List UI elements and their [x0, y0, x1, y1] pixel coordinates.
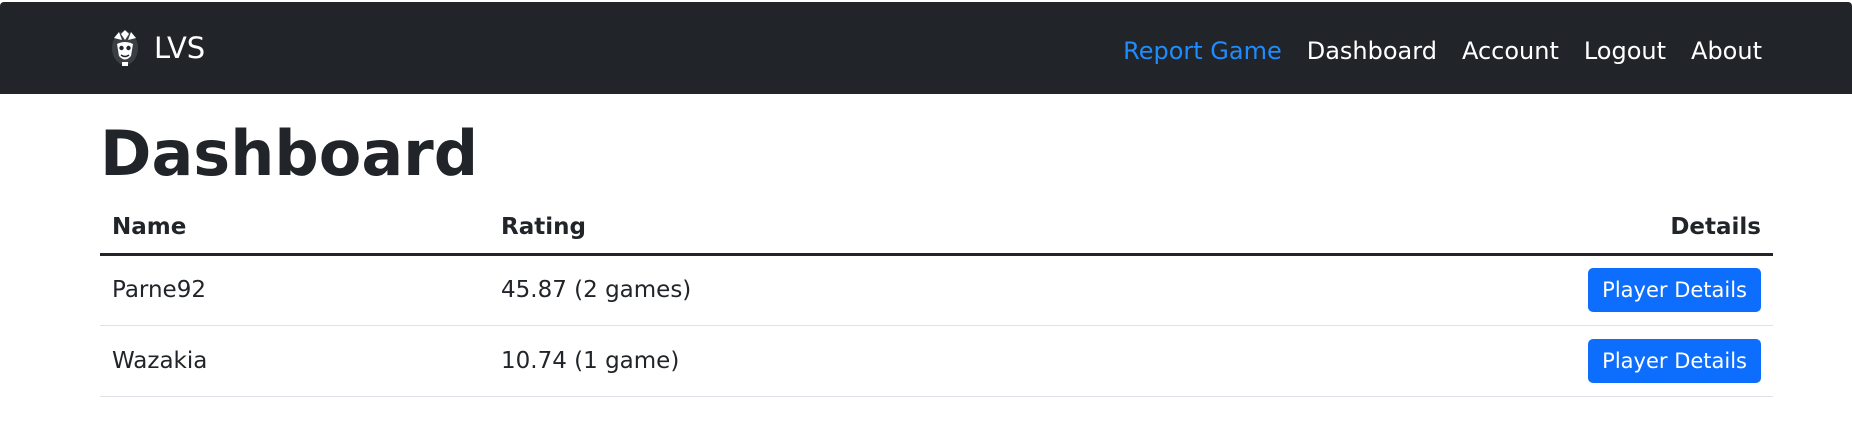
header-details: Details	[1189, 202, 1773, 256]
header-rating: Rating	[489, 202, 1189, 256]
page-title: Dashboard	[100, 117, 479, 190]
table-header-row: Name Rating Details	[100, 202, 1773, 256]
nav-link-account[interactable]: Account	[1462, 35, 1559, 67]
player-details-button[interactable]: Player Details	[1588, 338, 1761, 383]
players-table: Name Rating Details Parne92 45.87 (2 gam…	[100, 202, 1773, 397]
player-details-cell: Player Details	[1189, 254, 1773, 326]
nav-link-report-game[interactable]: Report Game	[1123, 35, 1282, 67]
header-name: Name	[100, 202, 489, 256]
brand-link[interactable]: LVS	[110, 28, 205, 68]
player-details-button[interactable]: Player Details	[1588, 268, 1761, 312]
top-navbar: LVS Report Game Dashboard Account Logout…	[0, 2, 1852, 94]
players-table-container: Name Rating Details Parne92 45.87 (2 gam…	[100, 202, 1773, 397]
nav-link-logout[interactable]: Logout	[1584, 35, 1666, 67]
nav-link-about[interactable]: About	[1691, 35, 1762, 67]
table-row: Wazakia 10.74 (1 game) Player Details	[100, 325, 1773, 397]
brand-name: LVS	[154, 31, 206, 65]
player-rating: 45.87 (2 games)	[489, 254, 1189, 326]
player-name: Wazakia	[100, 325, 489, 397]
table-row: Parne92 45.87 (2 games) Player Details	[100, 254, 1773, 326]
player-rating: 10.74 (1 game)	[489, 325, 1189, 397]
jester-mask-logo-icon	[112, 30, 138, 66]
nav-links: Report Game Dashboard Account Logout Abo…	[1123, 35, 1762, 67]
nav-link-dashboard[interactable]: Dashboard	[1307, 35, 1437, 67]
player-name: Parne92	[100, 254, 489, 326]
player-details-cell: Player Details	[1189, 325, 1773, 397]
